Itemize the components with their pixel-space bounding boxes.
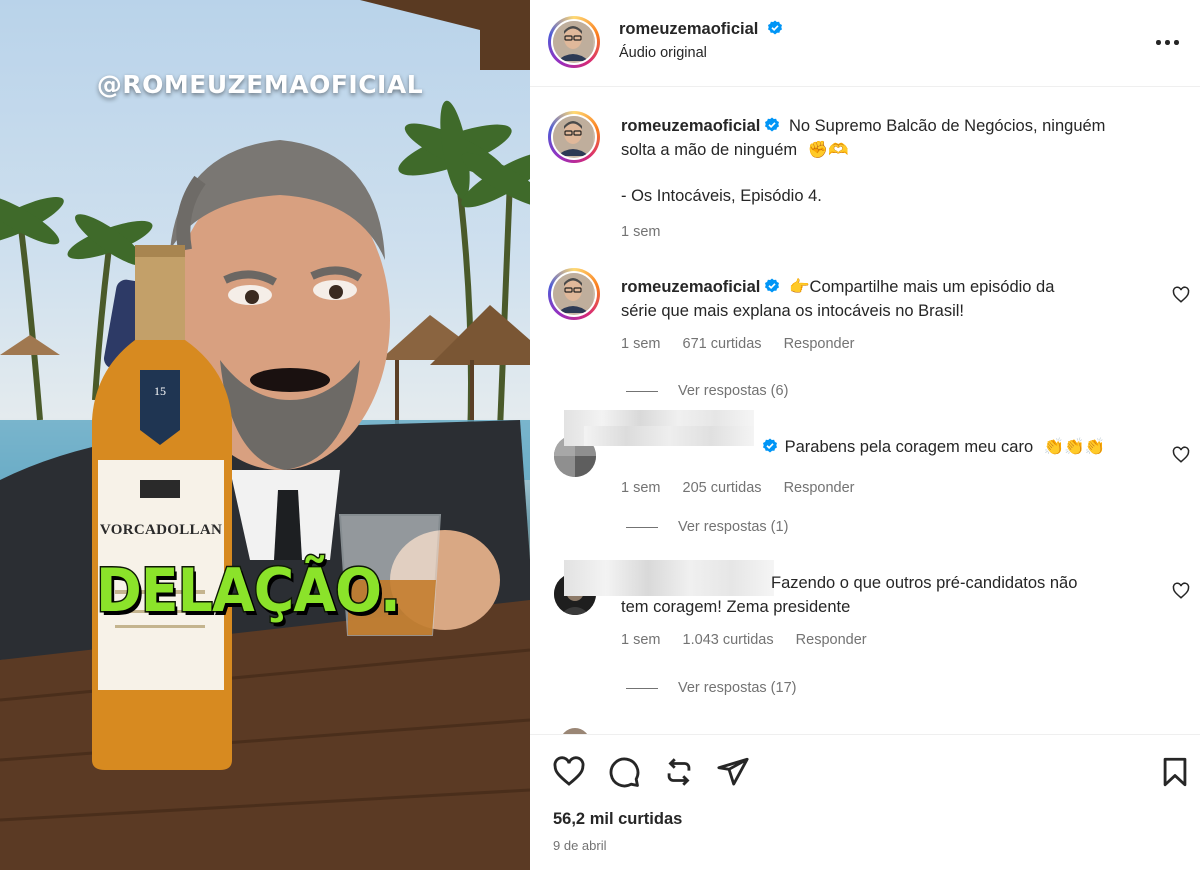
reply-button[interactable]: Responder	[784, 336, 855, 352]
caption-time[interactable]: 1 sem	[621, 224, 661, 240]
caption-emojis: ✊🫶	[807, 141, 849, 159]
caption-text-line2: solta a mão de ninguém	[621, 141, 798, 159]
comment-avatar[interactable]	[548, 268, 600, 320]
view-replies-label: Ver respostas (17)	[678, 680, 797, 696]
verified-badge-icon	[763, 438, 777, 453]
comment-username[interactable]: romeuzemaoficial	[621, 278, 760, 296]
comment-meta: 1 sem 205 curtidas Responder	[621, 480, 873, 496]
header-user-block: romeuzemaoficial Áudio original	[619, 20, 783, 61]
comment-emojis: 👏👏👏	[1043, 438, 1106, 456]
caption-text-line3: - Os Intocáveis, Episódio 4.	[621, 187, 822, 205]
repost-icon[interactable]	[662, 755, 696, 789]
profile-photo-icon	[553, 116, 593, 156]
comment-likes[interactable]: 1.043 curtidas	[683, 632, 774, 648]
header-avatar[interactable]	[548, 16, 600, 68]
comment-text-line1: Parabens pela coragem meu caro	[784, 438, 1034, 456]
replies-divider	[626, 390, 658, 392]
audio-label[interactable]: Áudio original	[619, 45, 783, 61]
comment-time[interactable]: 1 sem	[621, 336, 661, 352]
bookmark-save-icon[interactable]	[1158, 755, 1192, 789]
post-date[interactable]: 9 de abril	[553, 838, 606, 853]
verified-badge-icon	[767, 20, 782, 35]
post-likes-count[interactable]: 56,2 mil curtidas	[553, 810, 682, 829]
bottle-age-label: 15	[154, 384, 166, 398]
comment-like-heart-icon[interactable]	[1172, 286, 1190, 304]
caption-text-line1: No Supremo Balcão de Negócios, ninguém	[788, 117, 1106, 135]
reply-button[interactable]: Responder	[784, 480, 855, 496]
comment-like-heart-icon[interactable]	[1172, 582, 1190, 600]
share-send-icon[interactable]	[716, 755, 750, 789]
comment-text-line2: tem coragem! Zema presidente	[621, 598, 851, 616]
replies-divider	[626, 687, 658, 689]
reply-button[interactable]: Responder	[796, 632, 867, 648]
blurred-username-extra	[584, 426, 754, 446]
verified-badge-icon	[765, 117, 780, 132]
post-panel: romeuzemaoficial Áudio original romeuzem…	[530, 0, 1200, 870]
comment-meta: 1 sem 1.043 curtidas Responder	[621, 632, 885, 648]
watermark-text: @ROMEUZEMAOFICIAL	[96, 70, 424, 99]
comment-likes[interactable]: 671 curtidas	[683, 336, 762, 352]
more-options-icon[interactable]	[1156, 32, 1182, 52]
comment-time[interactable]: 1 sem	[621, 632, 661, 648]
like-heart-icon[interactable]	[552, 755, 586, 789]
view-replies-button[interactable]: Ver respostas (6)	[626, 383, 788, 399]
comment-time[interactable]: 1 sem	[621, 480, 661, 496]
video-caption-word: DELAÇÃO.	[95, 555, 403, 628]
replies-divider	[626, 526, 658, 528]
view-replies-label: Ver respostas (6)	[678, 383, 789, 399]
header-username[interactable]: romeuzemaoficial	[619, 20, 758, 38]
comment-text-line1: Fazendo o que outros pré-candidatos não	[771, 574, 1078, 592]
comment-bubble-icon[interactable]	[607, 755, 641, 789]
profile-photo-icon	[553, 21, 593, 61]
comment-like-heart-icon[interactable]	[1172, 446, 1190, 464]
view-replies-label: Ver respostas (1)	[678, 519, 789, 535]
comment-text-line2: série que mais explana os intocáveis no …	[621, 302, 965, 320]
comment-likes[interactable]: 205 curtidas	[683, 480, 762, 496]
view-replies-button[interactable]: Ver respostas (1)	[626, 519, 788, 535]
comment-text-line1: 👉Compartilhe mais um episódio da	[788, 278, 1055, 296]
caption-username[interactable]: romeuzemaoficial	[621, 117, 760, 135]
comment-meta: 1 sem 671 curtidas Responder	[621, 336, 873, 352]
caption-avatar[interactable]	[548, 111, 600, 163]
profile-photo-icon	[553, 273, 593, 313]
bottle-brand-label: VORCADOLLAN	[99, 522, 223, 538]
verified-badge-icon	[765, 278, 780, 293]
media-illustration	[0, 0, 530, 870]
post-header: romeuzemaoficial Áudio original	[530, 0, 1200, 87]
view-replies-button[interactable]: Ver respostas (17)	[626, 680, 796, 696]
post-media[interactable]: @ROMEUZEMAOFICIAL 15 VORCADOLLAN DELAÇÃO…	[0, 0, 530, 870]
comments-list[interactable]: romeuzemaoficial No Supremo Balcão de Ne…	[530, 88, 1200, 734]
action-bar	[530, 734, 1200, 870]
